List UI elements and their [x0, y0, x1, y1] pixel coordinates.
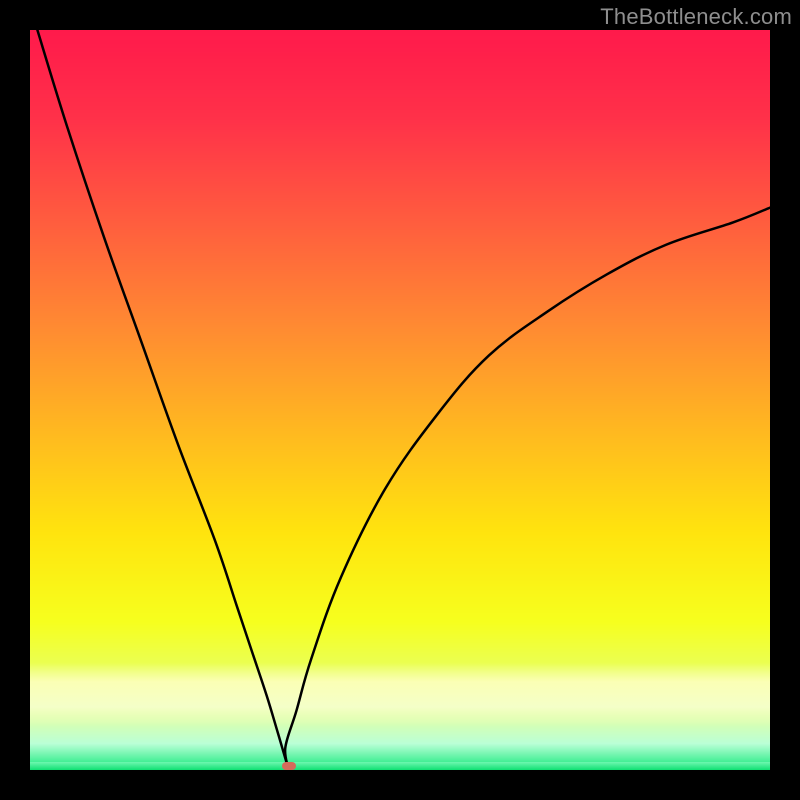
chart-frame: TheBottleneck.com: [0, 0, 800, 800]
watermark-text: TheBottleneck.com: [600, 4, 792, 30]
plot-area: [30, 30, 770, 770]
minimum-marker: [282, 762, 296, 770]
bottleneck-curve: [30, 30, 770, 770]
